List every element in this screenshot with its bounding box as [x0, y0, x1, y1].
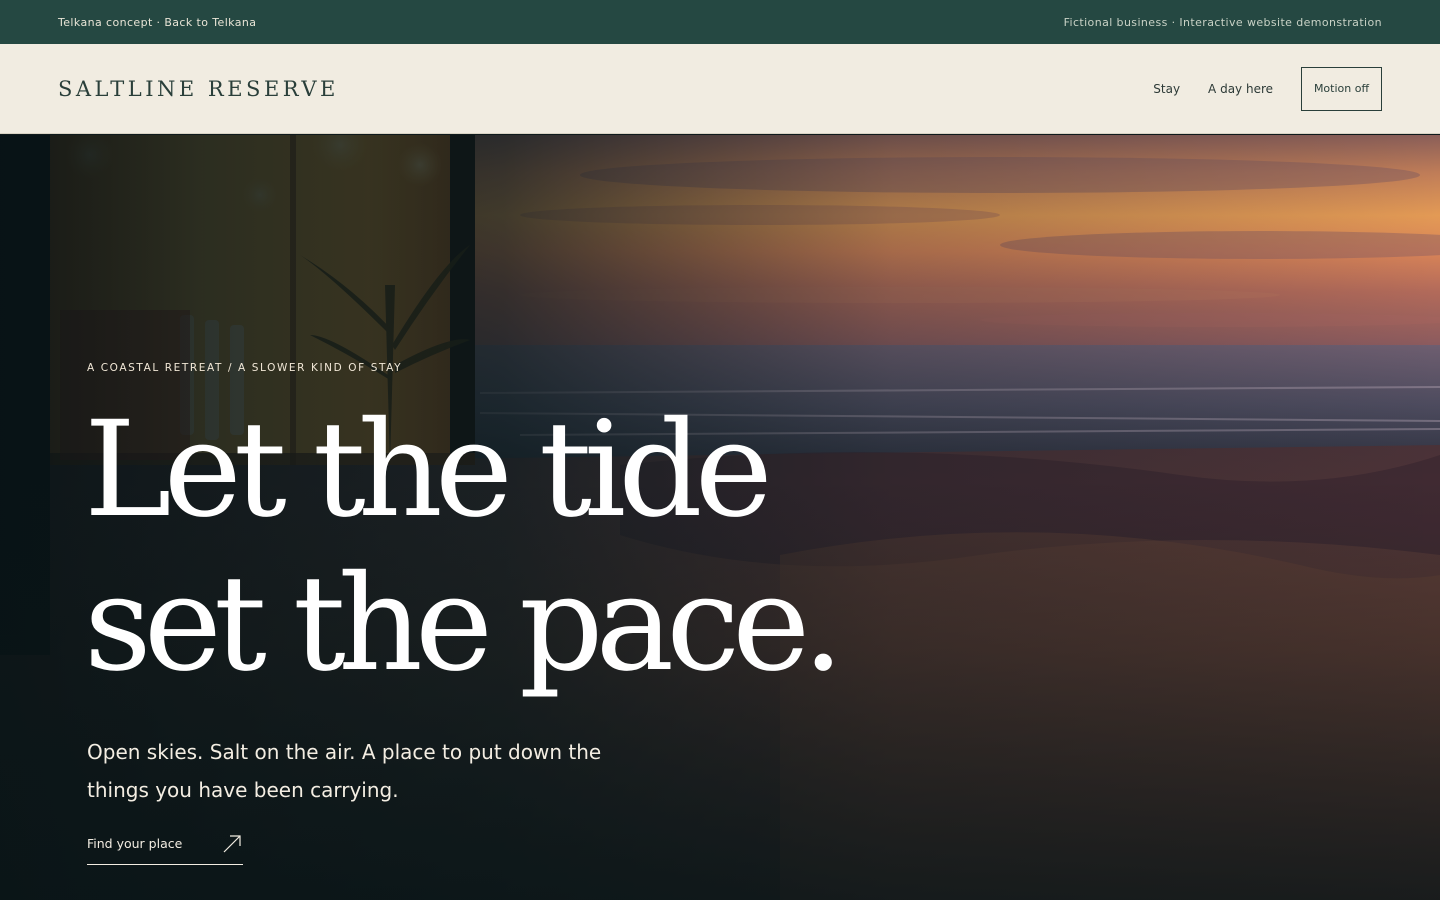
motion-toggle-button[interactable]: Motion off [1301, 66, 1382, 111]
brand-logo[interactable]: SALTLINE RESERVE [58, 77, 339, 101]
site-header: SALTLINE RESERVE Stay A day here Motion … [0, 44, 1440, 134]
hero-headline: Let the tide set the pace. [84, 393, 844, 701]
hero-headline-line-2: set the pace. [84, 547, 844, 701]
demo-disclaimer: Fictional business · Interactive website… [1063, 15, 1382, 29]
top-utility-bar: Telkana concept · Back to Telkana Fictio… [0, 0, 1440, 44]
nav-item-a-day-here[interactable]: A day here [1208, 82, 1273, 96]
nav-item-stay[interactable]: Stay [1153, 82, 1180, 96]
hero-eyebrow: A COASTAL RETREAT / A SLOWER KIND OF STA… [87, 362, 403, 374]
arrow-up-right-icon [223, 834, 241, 852]
hero-subcopy: Open skies. Salt on the air. A place to … [87, 740, 602, 802]
find-your-place-link[interactable]: Find your place [87, 823, 243, 865]
cta-label: Find your place [87, 836, 183, 851]
main-nav: Stay A day here Motion off [1125, 66, 1382, 111]
hero-section: A COASTAL RETREAT / A SLOWER KIND OF STA… [0, 135, 1440, 900]
hero-headline-line-1: Let the tide [84, 393, 773, 547]
back-to-telkana-link[interactable]: Telkana concept · Back to Telkana [58, 16, 256, 29]
